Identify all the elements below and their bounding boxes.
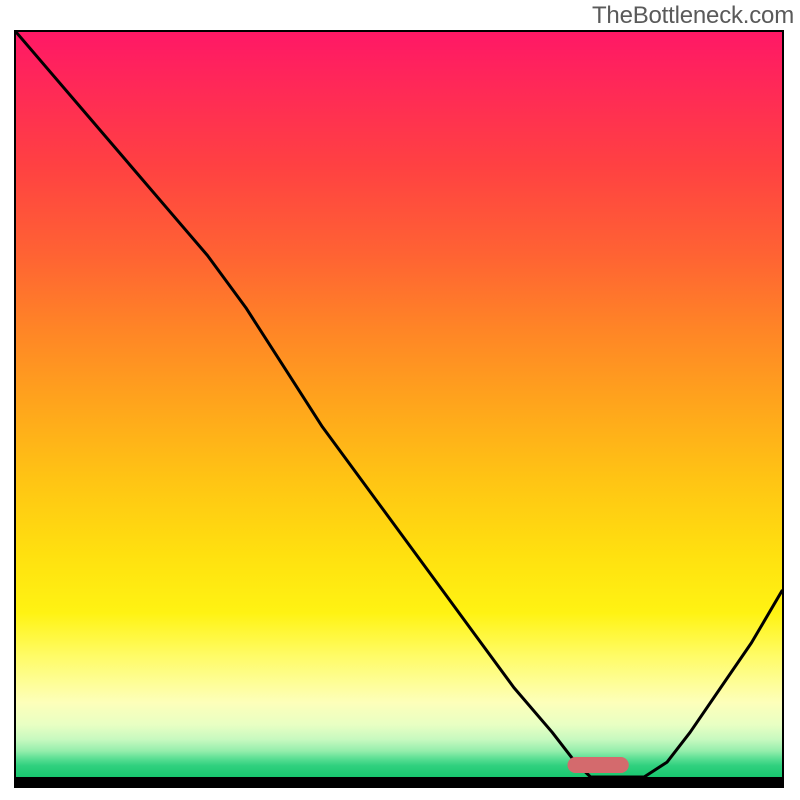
optimal-pill (568, 757, 629, 773)
bottleneck-curve (16, 32, 782, 777)
curve-svg (16, 32, 782, 777)
chart-wrapper: TheBottleneck.com (0, 0, 800, 800)
plot-area (14, 30, 784, 788)
watermark-text: TheBottleneck.com (592, 2, 794, 30)
